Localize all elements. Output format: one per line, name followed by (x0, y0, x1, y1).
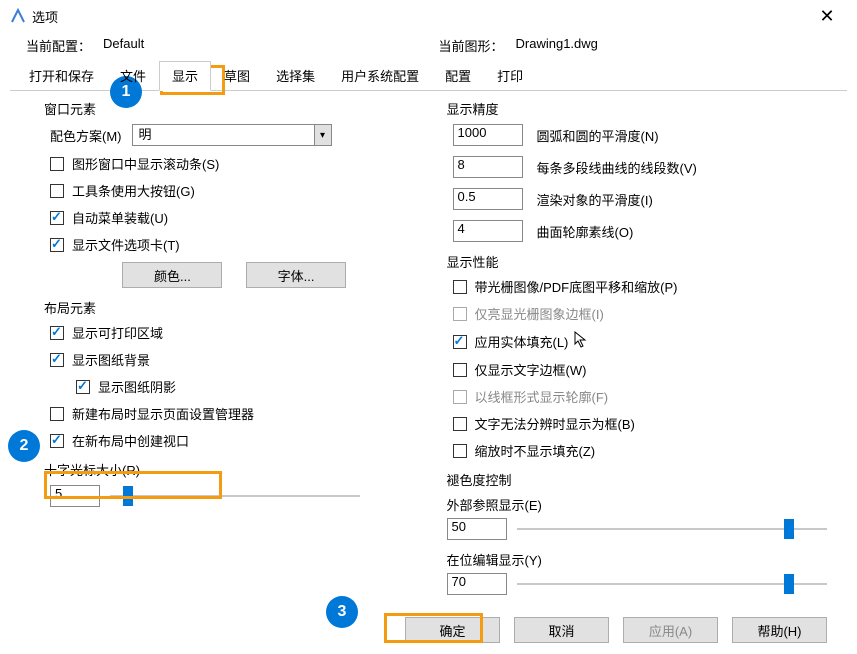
xref-fade-input[interactable]: 50 (447, 518, 507, 540)
help-button[interactable]: 帮助(H) (732, 617, 827, 643)
big-buttons-checkbox[interactable] (50, 184, 64, 198)
tab-draft[interactable]: 草图 (211, 61, 263, 91)
tab-selection[interactable]: 选择集 (263, 61, 328, 91)
tab-display[interactable]: 显示 (159, 61, 211, 91)
render-smoothness-input[interactable]: 0.5 (453, 188, 523, 210)
polyline-segments-input[interactable]: 8 (453, 156, 523, 178)
app-icon (10, 8, 26, 24)
tab-user-prefs[interactable]: 用户系统配置 (328, 61, 432, 91)
window-title: 选项 (32, 7, 807, 26)
config-value: Default (103, 36, 144, 55)
close-button[interactable]: ✕ (807, 0, 847, 32)
raster-pan-zoom-checkbox[interactable] (453, 280, 467, 294)
font-button[interactable]: 字体... (246, 262, 346, 288)
tab-print[interactable]: 打印 (484, 61, 536, 91)
inplace-fade-slider[interactable] (517, 574, 828, 594)
color-button[interactable]: 颜色... (122, 262, 222, 288)
paper-bg-checkbox[interactable] (50, 353, 64, 367)
crosshair-input[interactable]: 5 (50, 485, 100, 507)
highlight-raster-checkbox (453, 307, 467, 321)
xref-label: 外部参照显示(E) (447, 495, 838, 514)
apply-button: 应用(A) (623, 617, 718, 643)
page-setup-checkbox[interactable] (50, 407, 64, 421)
arc-smoothness-input[interactable]: 1000 (453, 124, 523, 146)
ok-button[interactable]: 确定 (405, 617, 500, 643)
zoom-no-fill-checkbox[interactable] (453, 444, 467, 458)
drawing-label: 当前图形： (439, 36, 504, 55)
drawing-value: Drawing1.dwg (516, 36, 598, 55)
display-performance-group: 显示性能 (447, 252, 838, 271)
scrollbar-checkbox[interactable] (50, 157, 64, 171)
text-frame-checkbox[interactable] (453, 363, 467, 377)
text-as-box-checkbox[interactable] (453, 417, 467, 431)
cursor-icon (574, 331, 588, 352)
tab-open-save[interactable]: 打开和保存 (16, 61, 107, 91)
cancel-button[interactable]: 取消 (514, 617, 609, 643)
display-precision-group: 显示精度 (447, 99, 838, 118)
file-tab-checkbox[interactable] (50, 238, 64, 252)
tab-config[interactable]: 配置 (432, 61, 484, 91)
tab-bar: 打开和保存 文件 显示 草图 选择集 用户系统配置 配置 打印 (0, 61, 857, 91)
crosshair-label: 十字光标大小(R) (44, 460, 419, 479)
color-scheme-label: 配色方案(M) (50, 126, 122, 145)
auto-menu-checkbox[interactable] (50, 211, 64, 225)
solid-fill-checkbox[interactable] (453, 335, 467, 349)
inplace-fade-input[interactable]: 70 (447, 573, 507, 595)
fade-control-group: 褪色度控制 (447, 470, 838, 489)
layout-elements-group: 布局元素 (44, 298, 419, 317)
viewport-checkbox[interactable] (50, 434, 64, 448)
crosshair-slider[interactable] (110, 486, 360, 506)
inplace-label: 在位编辑显示(Y) (447, 550, 838, 569)
surface-contour-input[interactable]: 4 (453, 220, 523, 242)
config-label: 当前配置： (26, 36, 91, 55)
printable-area-checkbox[interactable] (50, 326, 64, 340)
chevron-down-icon: ▾ (314, 124, 332, 146)
xref-fade-slider[interactable] (517, 519, 828, 539)
tab-file[interactable]: 文件 (107, 61, 159, 91)
paper-shadow-checkbox[interactable] (76, 380, 90, 394)
window-elements-group: 窗口元素 (44, 99, 419, 118)
color-scheme-select[interactable]: 明 ▾ (132, 124, 332, 146)
wireframe-checkbox (453, 390, 467, 404)
